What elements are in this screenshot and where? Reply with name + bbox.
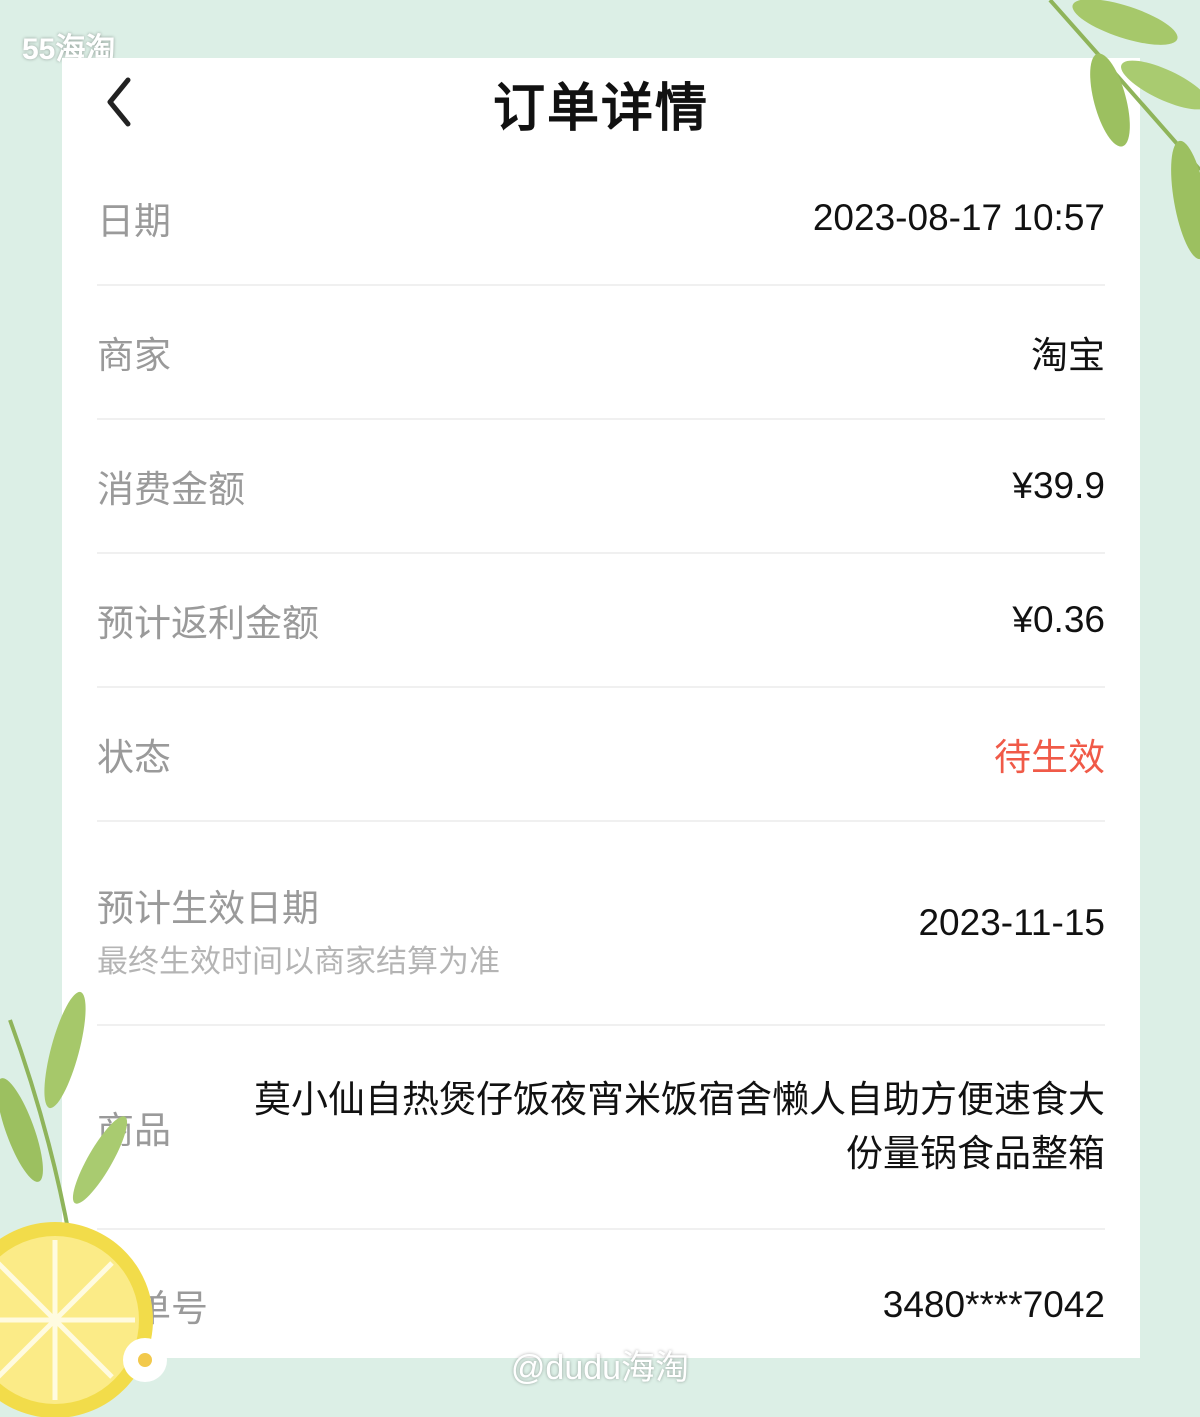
effective-date-note: 最终生效时间以商家结算为准: [97, 944, 500, 979]
row-goods: 商品 莫小仙自热煲仔饭夜宵米饭宿舍懒人自助方便速食大份量锅食品整箱: [97, 1026, 1105, 1230]
order-number-label: 订单号: [97, 1288, 208, 1329]
effective-date-value: 2023-11-15: [918, 902, 1105, 943]
status-badge: 待生效: [994, 737, 1105, 778]
merchant-label: 商家: [97, 335, 171, 376]
watermark-bottom: @dudu海淘: [510, 1349, 690, 1387]
page-title: 订单详情: [492, 80, 709, 138]
row-status: 状态 待生效: [97, 688, 1105, 822]
goods-label: 商品: [97, 1110, 171, 1151]
row-effective-date: 预计生效日期 最终生效时间以商家结算为准 2023-11-15: [97, 822, 1105, 1026]
row-order-number: 订单号 3480****7042: [97, 1230, 1105, 1358]
merchant-value: 淘宝: [1031, 335, 1105, 376]
amount-value: ¥39.9: [1012, 465, 1105, 506]
date-value: 2023-08-17 10:57: [812, 197, 1105, 238]
row-merchant: 商家 淘宝: [97, 286, 1105, 420]
order-detail-card: 订单详情 日期 2023-08-17 10:57 商家 淘宝 消费金额 ¥39.…: [62, 58, 1140, 1358]
order-number-value: 3480****7042: [882, 1284, 1105, 1325]
effective-date-label: 预计生效日期: [97, 888, 319, 929]
goods-value: 莫小仙自热煲仔饭夜宵米饭宿舍懒人自助方便速食大份量锅食品整箱: [254, 1079, 1105, 1174]
row-amount: 消费金额 ¥39.9: [97, 420, 1105, 554]
header: 订单详情: [62, 58, 1140, 138]
row-rebate: 预计返利金额 ¥0.36: [97, 554, 1105, 688]
amount-label: 消费金额: [97, 469, 245, 510]
rebate-value: ¥0.36: [1012, 599, 1105, 640]
detail-list: 日期 2023-08-17 10:57 商家 淘宝 消费金额 ¥39.9 预计返…: [97, 152, 1105, 1358]
date-label: 日期: [97, 201, 171, 242]
rebate-label: 预计返利金额: [97, 603, 319, 644]
status-label: 状态: [97, 737, 171, 778]
row-date: 日期 2023-08-17 10:57: [97, 152, 1105, 286]
